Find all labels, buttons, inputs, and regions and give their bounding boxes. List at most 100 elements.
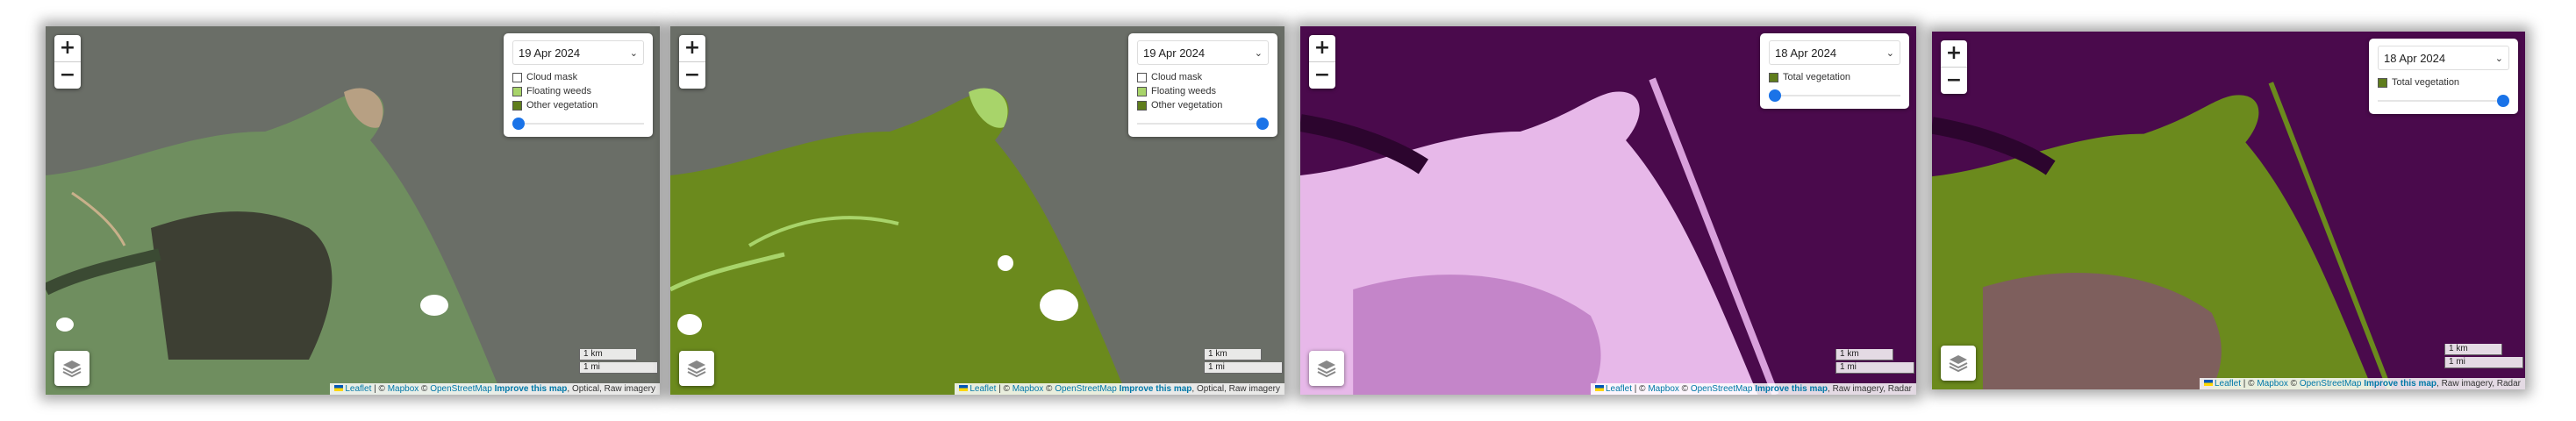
mapbox-link[interactable]: Mapbox xyxy=(388,384,419,394)
legend-panel: 19 Apr 2024 ⌄ Cloud mask Floating weeds … xyxy=(504,33,653,137)
date-dropdown[interactable]: 18 Apr 2024 ⌄ xyxy=(2378,46,2509,70)
zoom-out-button[interactable]: − xyxy=(679,62,705,89)
scale-mi: 1 mi xyxy=(579,362,658,374)
zoom-in-button[interactable]: + xyxy=(54,35,81,62)
scale-mi: 1 mi xyxy=(2444,357,2523,368)
attribution-suffix: , Optical, Raw imagery xyxy=(567,384,655,394)
zoom-in-button[interactable]: + xyxy=(679,35,705,62)
legend-swatch xyxy=(512,72,522,82)
scale-bar: 1 km 1 mi xyxy=(2444,344,2523,370)
slider-knob[interactable] xyxy=(2497,95,2509,107)
attribution-sep: | © xyxy=(371,384,388,394)
zoom-out-button[interactable]: − xyxy=(54,62,81,89)
osm-link[interactable]: OpenStreetMap xyxy=(430,384,492,394)
chevron-down-icon: ⌄ xyxy=(1254,47,1263,59)
attribution-sep: © xyxy=(2287,379,2300,389)
legend-item-cloud-mask: Cloud mask xyxy=(512,70,644,84)
attribution-suffix: , Raw imagery, Radar xyxy=(2436,379,2521,389)
leaflet-link[interactable]: Leaflet xyxy=(1606,384,1632,394)
attribution-sep: © xyxy=(1043,384,1055,394)
attribution-sep: © xyxy=(1678,384,1691,394)
attribution-suffix: , Optical, Raw imagery xyxy=(1191,384,1280,394)
layers-button[interactable] xyxy=(679,351,714,386)
legend-swatch xyxy=(1137,100,1147,111)
leaflet-flag-icon xyxy=(959,385,969,391)
osm-link[interactable]: OpenStreetMap xyxy=(1055,384,1117,394)
slider-knob[interactable] xyxy=(512,118,525,130)
attribution-suffix: , Raw imagery, Radar xyxy=(1828,384,1912,394)
legend-item-total-vegetation: Total vegetation xyxy=(1769,70,1900,84)
map-panel-3[interactable]: + − 18 Apr 2024 ⌄ Total vegetation 1 km … xyxy=(1300,26,1916,395)
legend-swatch xyxy=(1137,72,1147,82)
scale-bar: 1 km 1 mi xyxy=(1204,349,1283,375)
legend-panel: 19 Apr 2024 ⌄ Cloud mask Floating weeds … xyxy=(1128,33,1277,137)
attribution-sep: | © xyxy=(996,384,1013,394)
osm-link[interactable]: OpenStreetMap xyxy=(2300,379,2362,389)
layers-button[interactable] xyxy=(1309,351,1344,386)
scale-bar: 1 km 1 mi xyxy=(1835,349,1914,375)
leaflet-link[interactable]: Leaflet xyxy=(345,384,371,394)
layers-button[interactable] xyxy=(1941,346,1976,381)
map-panel-4[interactable]: + − 18 Apr 2024 ⌄ Total vegetation 1 km … xyxy=(1932,32,2525,389)
legend-swatch xyxy=(512,86,522,96)
legend-item-total-vegetation: Total vegetation xyxy=(2378,75,2509,89)
leaflet-flag-icon xyxy=(1594,385,1604,391)
zoom-control: + − xyxy=(1941,40,1967,94)
date-dropdown[interactable]: 19 Apr 2024 ⌄ xyxy=(512,40,644,65)
attribution-sep: | © xyxy=(2241,379,2258,389)
attribution: Leaflet | © Mapbox © OpenStreetMap Impro… xyxy=(1590,383,1916,395)
date-dropdown-value: 18 Apr 2024 xyxy=(1775,46,1837,60)
scale-mi: 1 mi xyxy=(1835,362,1914,374)
opacity-slider[interactable] xyxy=(1137,116,1269,132)
date-dropdown[interactable]: 18 Apr 2024 ⌄ xyxy=(1769,40,1900,65)
map-panel-2[interactable]: + − 19 Apr 2024 ⌄ Cloud mask Floating we… xyxy=(670,26,1284,395)
osm-link[interactable]: OpenStreetMap xyxy=(1691,384,1753,394)
legend-label: Total vegetation xyxy=(2392,77,2460,88)
opacity-slider[interactable] xyxy=(1769,88,1900,103)
date-dropdown-value: 19 Apr 2024 xyxy=(519,46,581,60)
zoom-in-button[interactable]: + xyxy=(1309,35,1335,62)
layers-button[interactable] xyxy=(54,351,89,386)
leaflet-link[interactable]: Leaflet xyxy=(970,384,996,394)
legend-label: Floating weeds xyxy=(526,86,591,96)
legend-label: Total vegetation xyxy=(1783,72,1851,82)
slider-knob[interactable] xyxy=(1769,89,1781,102)
attribution: Leaflet | © Mapbox © OpenStreetMap Impro… xyxy=(2199,378,2525,389)
legend-swatch xyxy=(2378,77,2387,88)
leaflet-flag-icon xyxy=(2203,380,2213,386)
improve-map-link[interactable]: Improve this map xyxy=(1755,384,1828,394)
date-dropdown-value: 19 Apr 2024 xyxy=(1143,46,1206,60)
zoom-out-button[interactable]: − xyxy=(1309,62,1335,89)
legend-item-floating-weeds: Floating weeds xyxy=(512,84,644,98)
date-dropdown[interactable]: 19 Apr 2024 ⌄ xyxy=(1137,40,1269,65)
layers-icon xyxy=(1949,355,1968,373)
opacity-slider[interactable] xyxy=(2378,93,2509,109)
zoom-in-button[interactable]: + xyxy=(1941,40,1967,68)
zoom-out-button[interactable]: − xyxy=(1941,68,1967,94)
opacity-slider[interactable] xyxy=(512,116,644,132)
legend-label: Cloud mask xyxy=(526,72,578,82)
attribution-sep: © xyxy=(419,384,431,394)
legend-swatch xyxy=(1769,72,1778,82)
layers-icon xyxy=(687,360,706,378)
mapbox-link[interactable]: Mapbox xyxy=(1648,384,1679,394)
leaflet-link[interactable]: Leaflet xyxy=(2215,379,2241,389)
date-dropdown-value: 18 Apr 2024 xyxy=(2384,51,2446,65)
zoom-control: + − xyxy=(679,35,705,89)
slider-knob[interactable] xyxy=(1256,118,1269,130)
improve-map-link[interactable]: Improve this map xyxy=(495,384,568,394)
legend-panel: 18 Apr 2024 ⌄ Total vegetation xyxy=(2369,39,2518,114)
layers-icon xyxy=(1317,360,1336,378)
attribution: Leaflet | © Mapbox © OpenStreetMap Impro… xyxy=(955,383,1284,395)
improve-map-link[interactable]: Improve this map xyxy=(1120,384,1192,394)
mapbox-link[interactable]: Mapbox xyxy=(2257,379,2288,389)
mapbox-link[interactable]: Mapbox xyxy=(1013,384,1044,394)
leaflet-flag-icon xyxy=(334,385,344,391)
legend-item-floating-weeds: Floating weeds xyxy=(1137,84,1269,98)
scale-km: 1 km xyxy=(1204,349,1262,360)
legend-label: Other vegetation xyxy=(526,100,598,111)
scale-km: 1 km xyxy=(579,349,637,360)
legend-panel: 18 Apr 2024 ⌄ Total vegetation xyxy=(1760,33,1909,109)
improve-map-link[interactable]: Improve this map xyxy=(2364,379,2436,389)
map-panel-1[interactable]: + − 19 Apr 2024 ⌄ Cloud mask Floating we… xyxy=(46,26,660,395)
